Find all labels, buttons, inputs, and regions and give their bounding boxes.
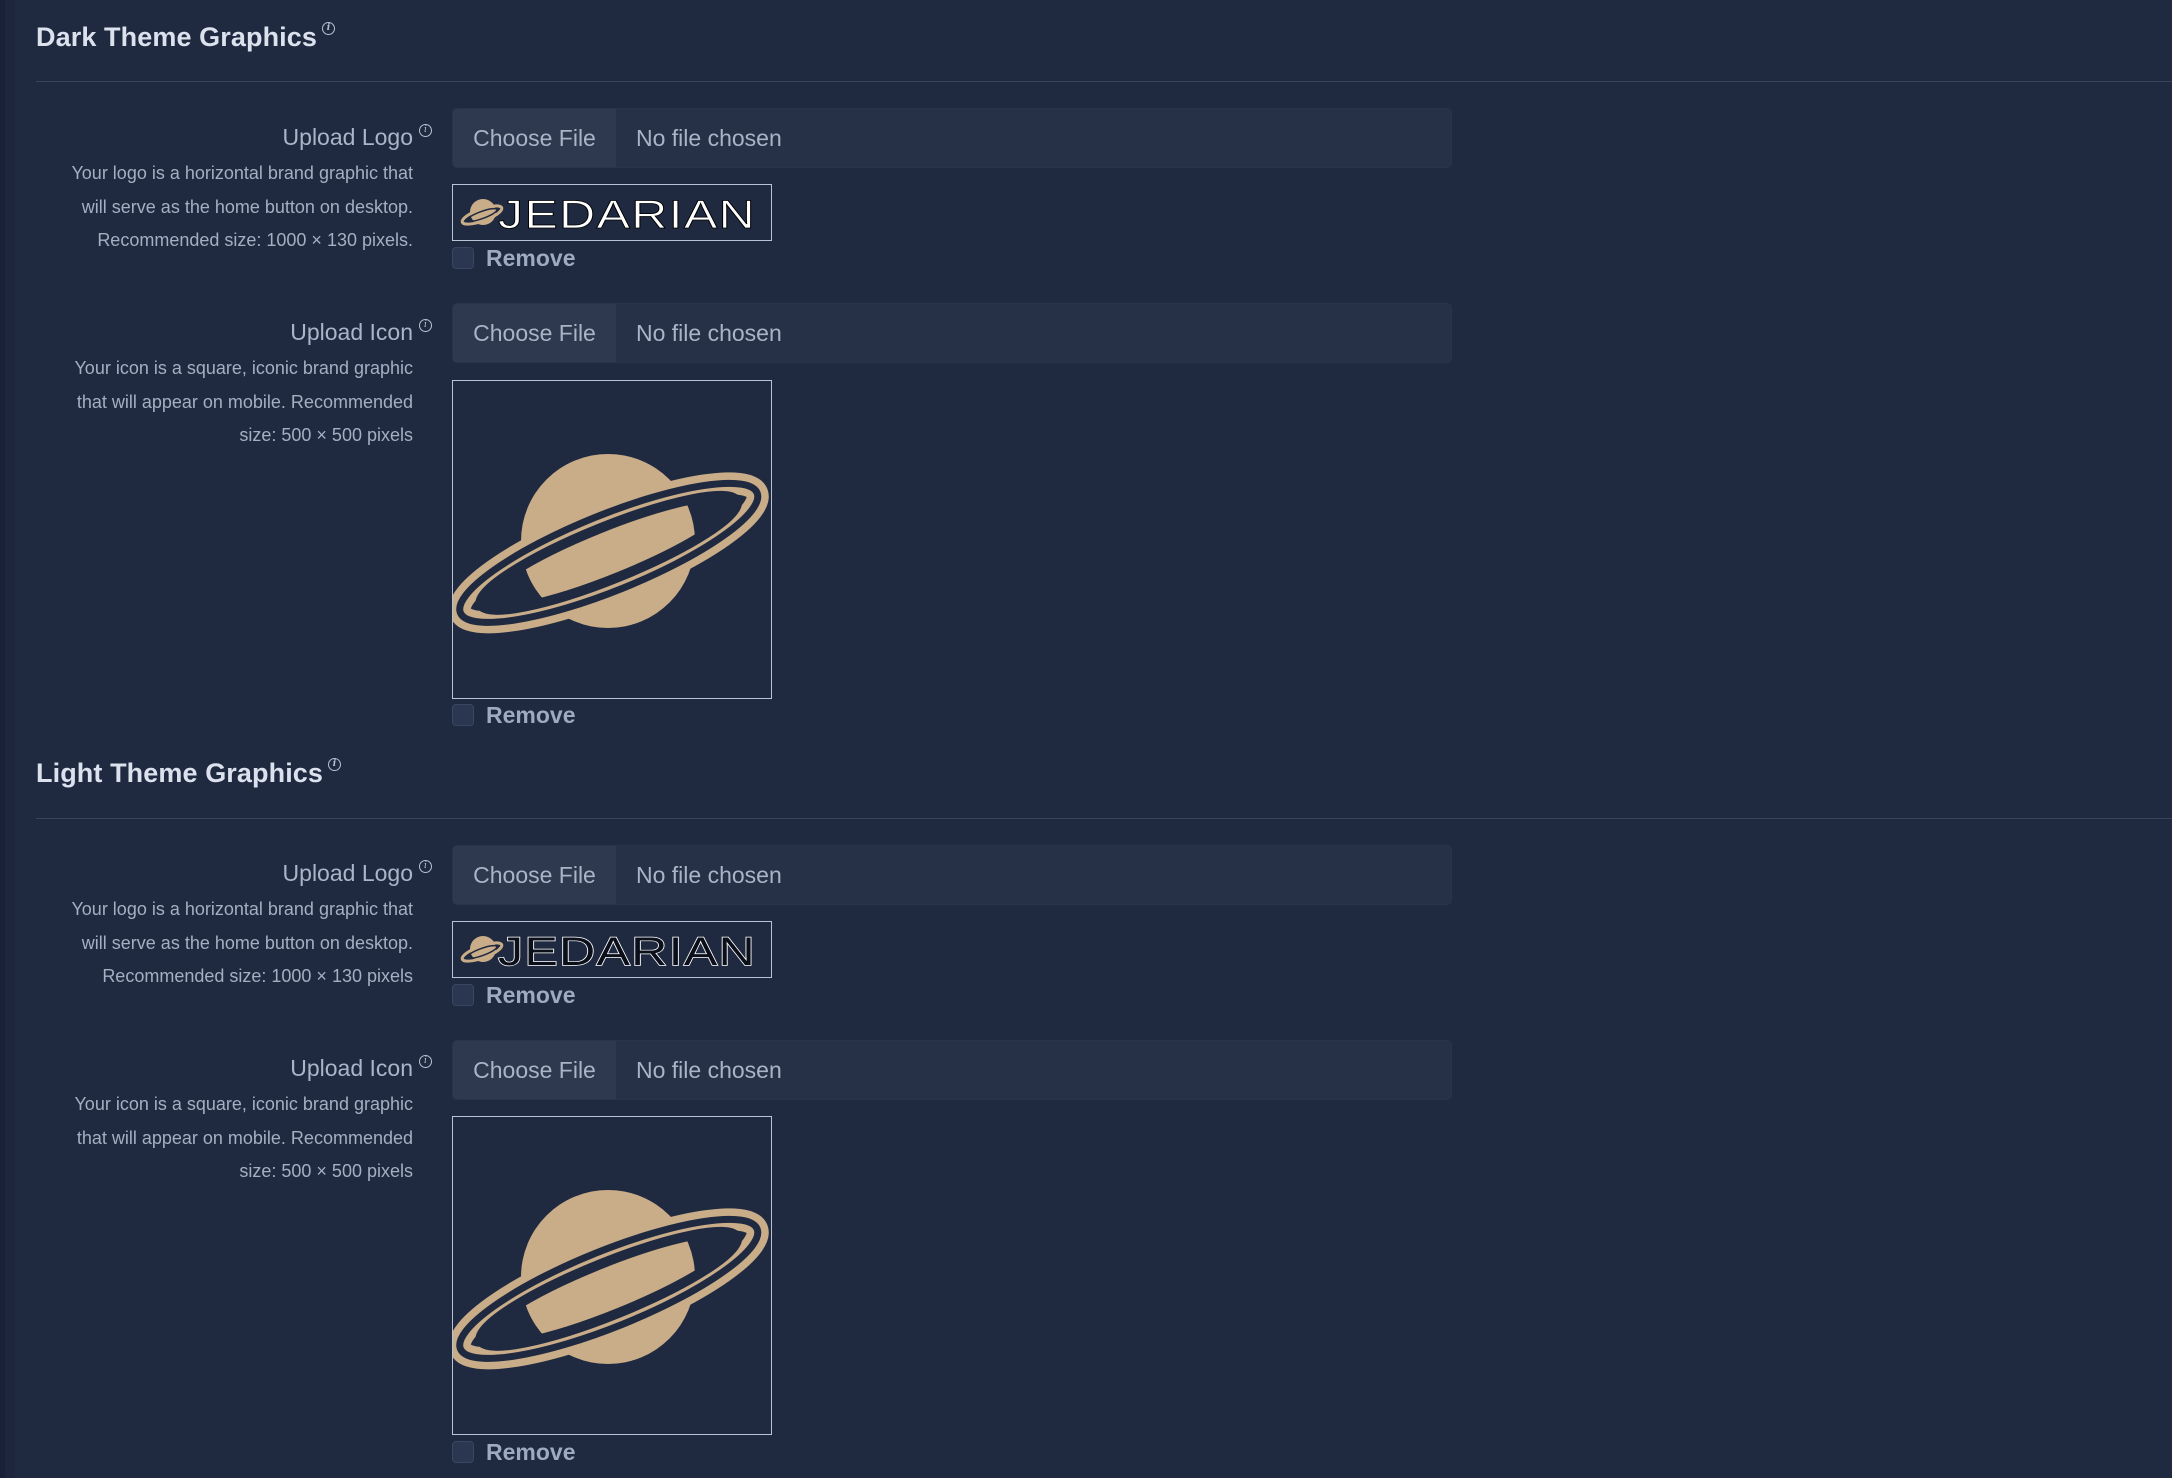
icon-preview-light	[452, 1116, 772, 1435]
description-line: Recommended size: 1000 × 130 pixels.	[97, 230, 413, 250]
info-icon[interactable]: i	[322, 22, 336, 35]
info-icon[interactable]: i	[419, 1055, 432, 1068]
choose-file-button[interactable]: Choose File	[453, 304, 617, 362]
file-status-text: No file chosen	[636, 861, 782, 888]
choose-file-button[interactable]: Choose File	[453, 846, 617, 904]
choose-file-button[interactable]: Choose File	[453, 1041, 617, 1099]
file-status-text: No file chosen	[636, 319, 782, 346]
info-icon[interactable]: i	[419, 124, 432, 137]
icon-file-input[interactable]: Choose File No file chosen	[452, 1040, 1452, 1100]
field-label-text: Upload Logo	[282, 860, 413, 886]
description-line: Your logo is a horizontal brand graphic …	[71, 163, 413, 183]
remove-checkbox[interactable]	[452, 247, 474, 269]
remove-label[interactable]: Remove	[486, 702, 575, 729]
field-label-text: Upload Logo	[282, 124, 413, 150]
saturn-planet-icon	[453, 454, 769, 634]
info-icon[interactable]: i	[419, 860, 432, 873]
file-status-text: No file chosen	[636, 1056, 782, 1083]
saturn-planet-icon	[453, 1190, 769, 1370]
remove-icon-row[interactable]: Remove	[452, 1439, 575, 1465]
logo-file-input[interactable]: Choose File No file chosen	[452, 108, 1452, 168]
description-line: size: 500 × 500 pixels	[239, 1161, 413, 1181]
description-line: Your logo is a horizontal brand graphic …	[71, 899, 413, 919]
field-label-upload-logo: Upload Logo i	[282, 860, 432, 887]
remove-label[interactable]: Remove	[486, 982, 575, 1009]
info-icon[interactable]: i	[328, 758, 342, 771]
section-divider	[36, 818, 2172, 819]
file-status-text: No file chosen	[636, 124, 782, 151]
description-line: that will appear on mobile. Recommended	[76, 1127, 413, 1148]
description-line: size: 500 × 500 pixels	[239, 425, 413, 445]
field-description-icon: Your icon is a square, iconic brand grap…	[30, 1088, 413, 1189]
description-line: will serve as the home button on desktop…	[81, 932, 413, 953]
remove-checkbox[interactable]	[452, 704, 474, 726]
field-description-logo: Your logo is a horizontal brand graphic …	[30, 157, 413, 258]
logo-image: JEDARIAN	[460, 929, 756, 975]
field-label-upload-icon: Upload Icon i	[290, 1055, 432, 1082]
remove-label[interactable]: Remove	[486, 1439, 575, 1466]
field-label-upload-logo: Upload Logo i	[282, 124, 432, 151]
icon-file-input[interactable]: Choose File No file chosen	[452, 303, 1452, 363]
field-description-icon: Your icon is a square, iconic brand grap…	[30, 352, 413, 453]
description-line: Your icon is a square, iconic brand grap…	[74, 358, 413, 378]
logo-wordmark: JEDARIAN	[498, 930, 756, 974]
icon-preview-dark	[452, 380, 772, 699]
field-label-upload-icon: Upload Icon i	[290, 319, 432, 346]
info-icon[interactable]: i	[419, 319, 432, 332]
choose-file-button[interactable]: Choose File	[453, 109, 617, 167]
logo-image: JEDARIAN	[460, 193, 756, 237]
logo-preview-light: JEDARIAN	[452, 921, 772, 978]
logo-file-input[interactable]: Choose File No file chosen	[452, 845, 1452, 905]
remove-label[interactable]: Remove	[486, 245, 575, 272]
section-title-dark-theme: Dark Theme Graphics i	[36, 22, 336, 53]
field-label-text: Upload Icon	[290, 1055, 413, 1081]
remove-checkbox[interactable]	[452, 1441, 474, 1463]
section-title-light-theme: Light Theme Graphics i	[36, 758, 342, 789]
description-line: that will appear on mobile. Recommended	[76, 391, 413, 412]
field-description-logo: Your logo is a horizontal brand graphic …	[30, 893, 413, 994]
description-line: Recommended size: 1000 × 130 pixels	[102, 966, 413, 986]
remove-icon-row[interactable]: Remove	[452, 702, 575, 728]
remove-logo-row[interactable]: Remove	[452, 245, 575, 271]
remove-logo-row[interactable]: Remove	[452, 982, 575, 1008]
logo-preview-dark: JEDARIAN	[452, 184, 772, 241]
section-divider	[36, 81, 2172, 82]
section-title-text: Light Theme Graphics	[36, 758, 324, 788]
field-label-text: Upload Icon	[290, 319, 413, 345]
section-title-text: Dark Theme Graphics	[36, 22, 318, 52]
sidebar-edge-shadow	[5, 0, 15, 1478]
description-line: Your icon is a square, iconic brand grap…	[74, 1094, 413, 1114]
description-line: will serve as the home button on desktop…	[81, 196, 413, 217]
logo-wordmark: JEDARIAN	[498, 193, 756, 237]
remove-checkbox[interactable]	[452, 984, 474, 1006]
